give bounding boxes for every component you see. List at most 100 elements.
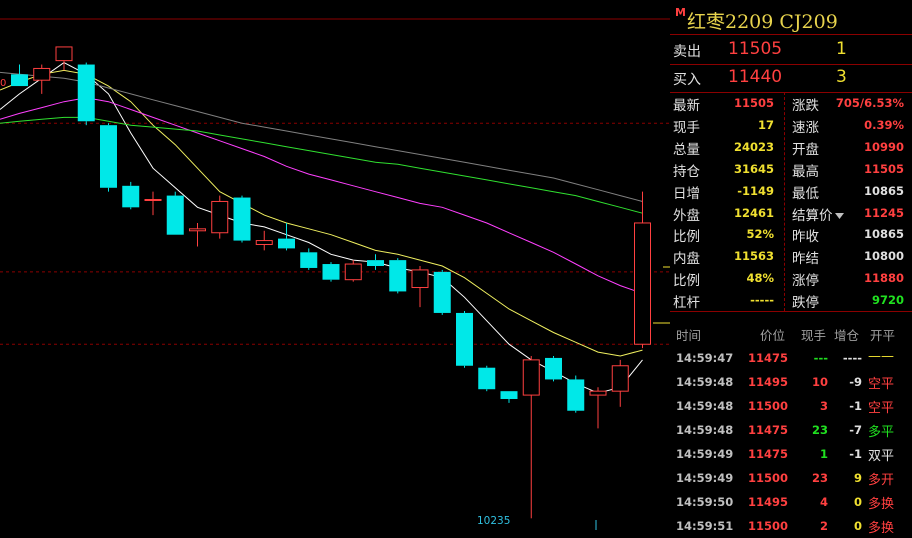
tick-row[interactable]: 14:59:48 11500 3 -1 空平 — [670, 394, 912, 418]
tick-row[interactable]: 14:59:48 11495 10 -9 空平 — [670, 370, 912, 394]
stat-left-label: 持仓 — [673, 163, 700, 180]
tick-row[interactable]: 14:59:51 11500 2 0 多换 — [670, 514, 912, 538]
stat-right-label: 昨收 — [792, 225, 819, 245]
stat-row: 持仓 31645 最高 11505 — [670, 158, 912, 180]
stat-row: 比例 52% 昨收 10865 — [670, 223, 912, 245]
candle-body-down — [77, 64, 95, 122]
candle-body-down — [11, 74, 28, 87]
stat-row: 总量 24023 开盘 10990 — [670, 136, 912, 158]
candle-body-up — [33, 67, 51, 81]
stat-left-value: 11505 — [733, 96, 774, 110]
kline-svg[interactable] — [0, 0, 670, 535]
stat-right-value: 10865 — [863, 227, 904, 242]
moving-average-line — [0, 116, 643, 214]
candle-body-up — [144, 199, 162, 201]
stat-right-value: 11245 — [863, 205, 904, 220]
ask-price: 11505 — [728, 39, 783, 59]
tick-oi-change: -1 — [849, 447, 862, 461]
candle-body-down — [100, 125, 117, 188]
candle-body-up — [344, 263, 362, 281]
candle-body-down — [367, 260, 384, 266]
stat-row: 最新 11505 涨跌 705/6.53% — [670, 92, 912, 114]
tick-row[interactable]: 14:59:49 11500 23 9 多开 — [670, 466, 912, 490]
tick-type: 双平 — [868, 449, 895, 464]
candle-body-down — [233, 197, 251, 241]
tick-volume: --- — [813, 351, 828, 365]
tick-time: 14:59:49 — [676, 447, 734, 461]
stat-right-label-text: 最高 — [792, 163, 819, 180]
tick-price: 11475 — [748, 423, 789, 437]
tick-time: 14:59:47 — [676, 351, 734, 365]
quote-panel: M 红枣2209 CJ209 卖出 11505 1 买入 11440 3 最新 1… — [670, 0, 912, 538]
candle-body-up — [522, 359, 540, 396]
candle-body-up — [589, 390, 607, 396]
candle-body-down — [166, 195, 184, 235]
stat-left-value: 17 — [757, 117, 774, 132]
tick-type: 多开 — [868, 473, 895, 488]
stat-left-value: 12461 — [733, 205, 774, 220]
tick-volume: 10 — [811, 375, 828, 389]
tick-time: 14:59:50 — [676, 495, 734, 509]
tick-row[interactable]: 14:59:49 11475 1 -1 双平 — [670, 442, 912, 466]
stat-right-label-text: 涨跌 — [792, 98, 819, 114]
stat-row: 内盘 11563 昨结 10800 — [670, 245, 912, 267]
moving-average-line — [0, 62, 643, 394]
tick-volume: 23 — [811, 423, 828, 437]
stat-right-label-text: 昨结 — [792, 251, 819, 268]
stat-left-label: 现手 — [673, 119, 700, 136]
stat-left-label: 总量 — [673, 141, 700, 158]
lowest-price-label: 10235 — [477, 515, 511, 527]
tick-oi-change: ---- — [842, 351, 862, 365]
tick-time: 14:59:51 — [676, 519, 734, 533]
stat-right-label[interactable]: 结算价 — [792, 204, 844, 224]
candle-body-down — [300, 252, 318, 268]
stat-left-value: -1149 — [737, 183, 774, 198]
tick-row[interactable]: 14:59:50 11495 4 0 多换 — [670, 490, 912, 514]
stat-left-value: 11563 — [733, 249, 774, 264]
stat-left-value: 24023 — [733, 139, 774, 154]
tick-price: 11500 — [748, 399, 789, 413]
tick-type: 多平 — [868, 425, 895, 440]
candle-body-down — [433, 271, 451, 313]
stat-row: 杠杆 ----- 跌停 9720 — [670, 289, 912, 311]
tick-price: 11495 — [748, 495, 789, 509]
stat-right-label: 速涨 — [792, 116, 819, 136]
stat-right-value: 9720 — [871, 293, 904, 308]
candle-body-down — [567, 379, 585, 411]
stat-right-label-text: 速涨 — [792, 119, 819, 136]
stat-left-label: 比例 — [673, 229, 700, 246]
candle-body-down — [545, 357, 562, 380]
tick-price: 11500 — [748, 471, 789, 485]
contract-title[interactable]: 红枣2209 CJ209 — [687, 7, 838, 34]
tick-price: 11475 — [748, 351, 789, 365]
tick-volume: 3 — [819, 399, 828, 413]
ticks-header-time: 时间 — [676, 328, 702, 343]
tick-row[interactable]: 14:59:48 11475 23 -7 多平 — [670, 418, 912, 442]
stat-right-value: 705/6.53% — [835, 96, 904, 110]
stat-right-label: 开盘 — [792, 138, 819, 158]
stat-right-label-text: 涨停 — [792, 273, 819, 290]
ask-row[interactable]: 卖出 11505 1 — [670, 35, 912, 65]
price-axis-label: 0 — [0, 78, 7, 89]
stat-row: 现手 17 速涨 0.39% — [670, 114, 912, 136]
bid-row[interactable]: 买入 11440 3 — [670, 63, 912, 93]
tick-volume: 4 — [819, 495, 828, 509]
moving-average-line — [0, 69, 643, 357]
tick-time: 14:59:49 — [676, 471, 734, 485]
stat-right-label: 最高 — [792, 160, 819, 180]
candle-body-up — [189, 228, 206, 232]
stat-row: 外盘 12461 结算价 11245 — [670, 202, 912, 224]
stat-row: 比例 48% 涨停 11880 — [670, 267, 912, 289]
ticks-header-oi: 增仓 — [834, 328, 860, 343]
kline-chart[interactable]: 0 10235 — [0, 0, 670, 535]
stat-row: 日增 -1149 最低 10865 — [670, 180, 912, 202]
candle-body-up — [634, 222, 651, 345]
tick-volume: 23 — [811, 471, 828, 485]
tick-type: 多换 — [868, 521, 895, 536]
stat-left-value: 52% — [746, 227, 774, 242]
tick-row[interactable]: 14:59:47 11475 --- ---- —— — [670, 346, 912, 370]
tick-price: 11500 — [748, 519, 789, 533]
dropdown-arrow-icon[interactable] — [834, 212, 844, 219]
tick-oi-change: 0 — [853, 519, 862, 533]
candle-body-up — [255, 240, 273, 245]
